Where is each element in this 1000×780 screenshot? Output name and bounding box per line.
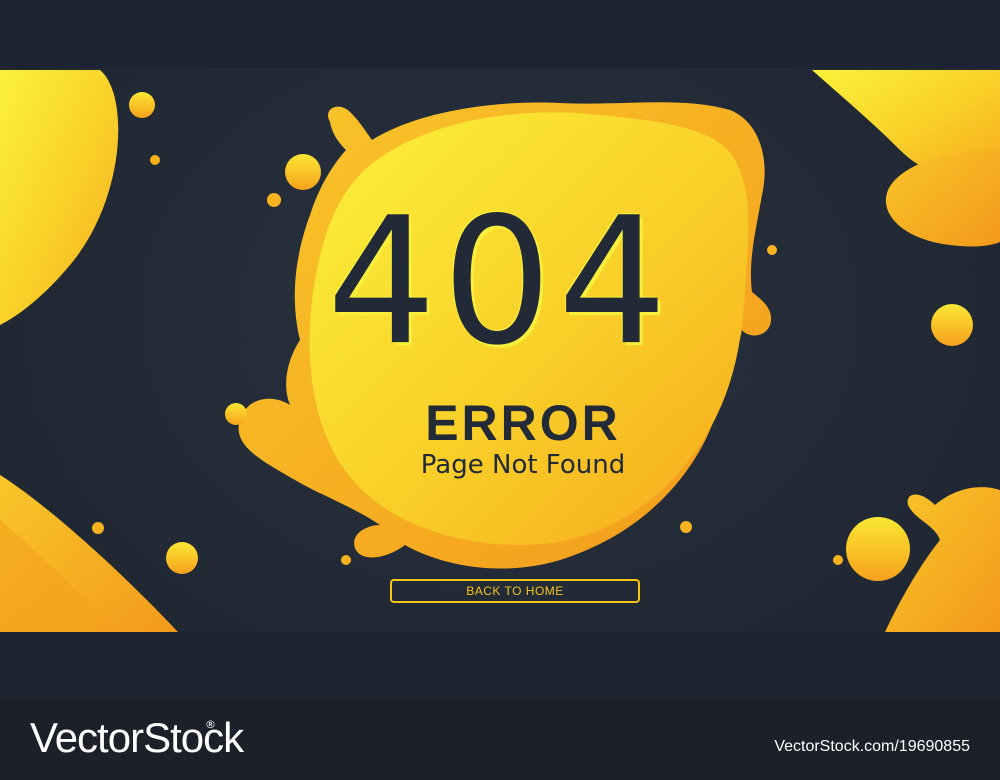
dot — [150, 155, 160, 165]
error-code: 404 — [326, 178, 674, 384]
dot — [680, 521, 692, 533]
error-banner: 404 ERROR Page Not Found BACK TO HOME — [0, 0, 1000, 700]
dot — [285, 154, 321, 190]
corner-blob-top-left — [0, 70, 119, 325]
dot — [767, 245, 777, 255]
error-title: ERROR — [425, 395, 621, 451]
back-to-home-button[interactable]: BACK TO HOME — [390, 579, 640, 603]
dot — [341, 555, 351, 565]
dot — [225, 403, 247, 425]
registered-mark: ® — [205, 718, 216, 731]
dot — [833, 555, 843, 565]
dot — [92, 522, 104, 534]
dot — [267, 193, 281, 207]
corner-blob-right-mid — [885, 150, 1000, 247]
dot — [846, 517, 910, 581]
dot — [129, 92, 155, 118]
page: 404 ERROR Page Not Found BACK TO HOME Ve… — [0, 0, 1000, 780]
error-subtitle: Page Not Found — [420, 450, 626, 480]
dot — [166, 542, 198, 574]
stock-id: VectorStock.com/19690855 — [774, 738, 970, 755]
dot — [931, 304, 973, 346]
